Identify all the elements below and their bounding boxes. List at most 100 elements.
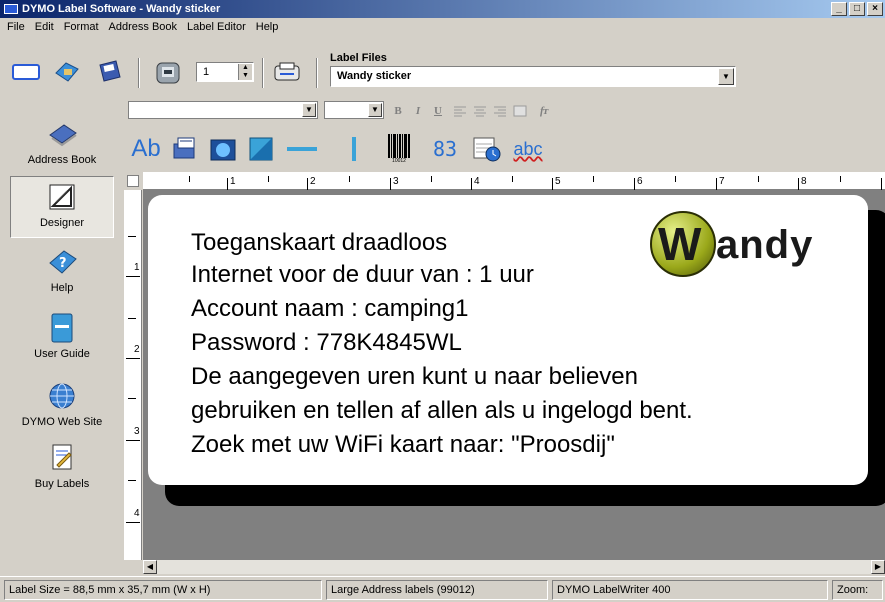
sidebar-item-label: Help xyxy=(50,282,74,294)
scroll-left-icon[interactable]: ◀ xyxy=(143,560,157,574)
designer-icon xyxy=(45,181,79,213)
sidebar-item-label: User Guide xyxy=(34,348,90,360)
sidebar-item-label: Buy Labels xyxy=(34,478,90,490)
copies-value[interactable]: 1 xyxy=(203,66,209,78)
fit-text-button[interactable]: fᴛ xyxy=(536,103,552,119)
title-bar: DYMO Label Software - Wandy sticker _ □ … xyxy=(0,0,885,18)
ruler-number: 1 xyxy=(230,176,236,187)
ruler-number: 8 xyxy=(801,176,807,187)
ruler-top: 1 2 3 4 5 6 7 8 xyxy=(143,172,885,190)
align-right-icon[interactable] xyxy=(492,104,508,118)
ruler-number: 3 xyxy=(393,176,399,187)
menu-edit[interactable]: Edit xyxy=(30,21,59,33)
horizontal-line-icon[interactable] xyxy=(284,134,320,164)
align-center-icon[interactable] xyxy=(472,104,488,118)
status-zoom: Zoom: xyxy=(832,580,883,600)
sidebar-item-label: DYMO Web Site xyxy=(21,416,103,428)
ruler-number: 5 xyxy=(555,176,561,187)
label-files-caption: Label Files xyxy=(330,52,387,64)
menu-help[interactable]: Help xyxy=(251,21,284,33)
underline-button[interactable]: U xyxy=(430,103,446,119)
menu-label-editor[interactable]: Label Editor xyxy=(182,21,251,33)
italic-button[interactable]: I xyxy=(410,103,426,119)
sidebar-item-help[interactable]: ? Help xyxy=(10,246,114,304)
menu-address-book[interactable]: Address Book xyxy=(104,21,182,33)
menu-file[interactable]: File xyxy=(2,21,30,33)
print-icon[interactable] xyxy=(148,58,188,88)
justify-icon[interactable] xyxy=(512,104,528,118)
sidebar-item-designer[interactable]: Designer xyxy=(10,176,114,238)
new-label-icon[interactable] xyxy=(10,60,42,84)
label-text-line[interactable]: De aangegeven uren kunt u naar believen xyxy=(191,363,638,391)
ruler-corner xyxy=(124,172,142,190)
address-book-icon xyxy=(45,118,79,150)
status-label-type: Large Address labels (99012) xyxy=(326,580,548,600)
user-guide-icon xyxy=(45,312,79,344)
buy-labels-icon xyxy=(45,442,79,474)
ruler-number: 7 xyxy=(719,176,725,187)
ruler-number: 2 xyxy=(310,176,316,187)
copies-spin-buttons[interactable]: ▲ ▼ xyxy=(238,64,252,80)
ruler-number: 1 xyxy=(134,262,140,273)
barcode-caption: 10012 xyxy=(392,157,406,164)
label-text-line[interactable]: gebruiken en tellen af allen als u ingel… xyxy=(191,397,693,425)
bold-button[interactable]: B xyxy=(390,103,406,119)
label-text-line[interactable]: Zoek met uw WiFi kaart naar: "Proosdij" xyxy=(191,431,615,459)
menu-bar: File Edit Format Address Book Label Edit… xyxy=(0,18,885,36)
font-size-select[interactable]: ▼ xyxy=(324,101,384,119)
chevron-down-icon[interactable]: ▼ xyxy=(718,68,734,85)
ruler-number: 4 xyxy=(134,508,140,519)
window-title: DYMO Label Software - Wandy sticker xyxy=(22,3,221,15)
maximize-button[interactable]: □ xyxy=(849,2,865,16)
chevron-down-icon[interactable]: ▼ xyxy=(302,103,316,117)
date-time-tool-icon[interactable] xyxy=(470,134,504,164)
spell-check-icon: abc xyxy=(513,138,543,159)
minimize-button[interactable]: _ xyxy=(831,2,847,16)
toolbar-separator xyxy=(316,58,318,88)
open-label-icon[interactable] xyxy=(50,58,84,86)
text-tool-button[interactable]: Ab xyxy=(130,134,162,164)
horizontal-scrollbar[interactable]: ◀ ▶ xyxy=(143,560,885,574)
label-text-line[interactable]: Internet voor de duur van : 1 uur xyxy=(191,261,534,289)
label-printer-icon[interactable] xyxy=(270,58,304,86)
label-files-select[interactable]: Wandy sticker ▼ xyxy=(330,66,736,87)
chevron-down-icon[interactable]: ▼ xyxy=(368,103,382,117)
scroll-right-icon[interactable]: ▶ xyxy=(871,560,885,574)
vertical-line-icon[interactable] xyxy=(344,134,364,164)
ruler-number: 6 xyxy=(637,176,643,187)
save-label-icon[interactable] xyxy=(92,58,126,86)
toolbar-separator xyxy=(262,58,264,88)
sidebar-item-user-guide[interactable]: User Guide xyxy=(10,312,114,370)
sidebar-item-label: Address Book xyxy=(27,154,97,166)
sidebar-item-dymo-web-site[interactable]: DYMO Web Site xyxy=(10,380,114,438)
copies-stepper[interactable]: 1 ▲ ▼ xyxy=(196,62,254,82)
sidebar-item-buy-labels[interactable]: Buy Labels xyxy=(10,442,114,500)
ruler-number: 4 xyxy=(474,176,480,187)
label-preview[interactable]: Toeganskaart draadloos Internet voor de … xyxy=(148,195,868,485)
sidebar-item-address-book[interactable]: Address Book xyxy=(10,118,114,176)
close-button[interactable]: × xyxy=(867,2,883,16)
font-select[interactable]: ▼ xyxy=(128,101,318,119)
toolbar-separator xyxy=(138,58,140,88)
design-canvas[interactable]: Toeganskaart draadloos Internet voor de … xyxy=(143,190,885,560)
menu-format[interactable]: Format xyxy=(59,21,104,33)
shape-tool-icon[interactable] xyxy=(244,134,278,164)
label-text-line[interactable]: Toeganskaart draadloos xyxy=(191,229,447,257)
app-icon xyxy=(4,4,18,14)
counter-tool-icon: 83 xyxy=(432,137,458,161)
address-tool-icon[interactable] xyxy=(168,134,202,164)
object-toolbar xyxy=(128,124,885,170)
image-tool-icon[interactable] xyxy=(206,134,240,164)
ruler-left: 1 2 3 4 xyxy=(124,190,142,560)
svg-text:?: ? xyxy=(59,256,67,271)
counter-tool-button[interactable]: 83 xyxy=(428,134,462,164)
wandy-logo[interactable]: W andy xyxy=(650,211,846,281)
label-text-line[interactable]: Password : 778K4845WL xyxy=(191,329,462,357)
align-left-icon[interactable] xyxy=(452,104,468,118)
spell-check-button[interactable]: abc xyxy=(508,134,548,164)
text-tool-icon: Ab xyxy=(131,135,161,162)
status-printer: DYMO LabelWriter 400 xyxy=(552,580,828,600)
label-text-line[interactable]: Account naam : camping1 xyxy=(191,295,469,323)
barcode-tool-icon[interactable]: 10012 xyxy=(384,130,414,166)
status-bar: Label Size = 88,5 mm x 35,7 mm (W x H) L… xyxy=(0,576,885,602)
